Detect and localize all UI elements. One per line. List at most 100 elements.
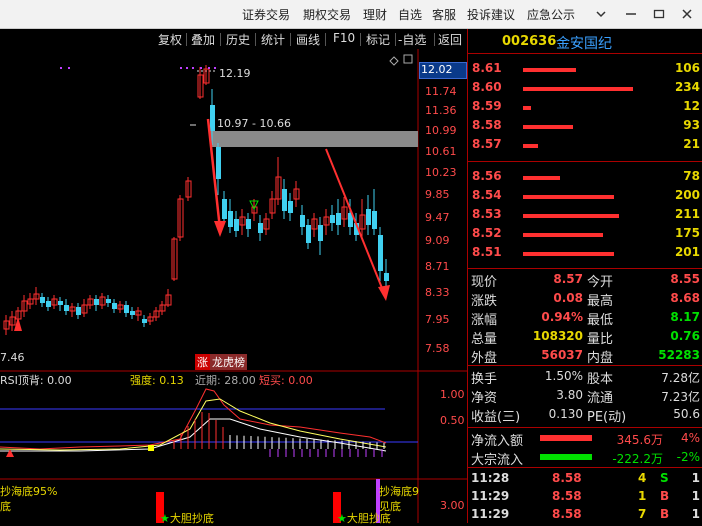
tick-volume: 1: [638, 489, 647, 503]
diamond-icon[interactable]: [389, 56, 399, 66]
candle-body-down: [228, 211, 233, 227]
ask-price[interactable]: 8.59: [472, 99, 502, 113]
flow-bar: [540, 435, 592, 441]
ask-price[interactable]: 8.60: [472, 80, 502, 94]
menu-watchlist[interactable]: 自选: [398, 6, 422, 23]
quote-value: 56037: [541, 348, 583, 362]
quote-label: 量比: [587, 332, 614, 347]
history-button[interactable]: 历史: [226, 31, 250, 48]
bid-volume-bar: [523, 252, 614, 256]
divider: [220, 33, 221, 46]
ask-volume: 106: [674, 61, 700, 75]
ask-price[interactable]: 8.57: [472, 137, 502, 151]
candle-body-down: [288, 201, 293, 213]
lower-level-label: 3.00: [440, 499, 465, 512]
quote-label: 外盘: [471, 351, 498, 366]
candle-body-down: [384, 273, 389, 281]
bid-volume-bar: [523, 195, 614, 199]
price-axis-label: 8.33: [425, 286, 450, 299]
candle-body-down: [46, 301, 51, 307]
divider: [290, 33, 291, 46]
dragon-tiger-badge[interactable]: 龙虎榜: [210, 354, 247, 370]
bid-price[interactable]: 8.53: [472, 207, 502, 221]
stat-value: 50.6: [673, 407, 700, 421]
bid-price[interactable]: 8.52: [472, 226, 502, 240]
back-button[interactable]: 返回: [438, 31, 462, 48]
overlay-button[interactable]: 叠加: [191, 31, 215, 48]
star-icon: ★: [337, 512, 347, 525]
flow-percent: -2%: [676, 450, 700, 464]
candle-body-down: [372, 211, 377, 229]
price-axis-label: 9.47: [425, 211, 450, 224]
close-icon[interactable]: [676, 4, 698, 24]
candle-body-down: [246, 219, 251, 229]
mark-button[interactable]: 标记: [366, 31, 390, 48]
candle-body-down: [40, 297, 45, 303]
recent-label: 近期: 28.00: [195, 374, 256, 387]
candle-body-down: [258, 223, 263, 233]
tick-count: 1: [691, 489, 700, 503]
signal-dot: [180, 67, 182, 69]
buy-signal-text: 大胆抄底: [169, 512, 214, 525]
menu-service[interactable]: 客服: [432, 6, 456, 23]
candle-body-down: [112, 303, 117, 309]
statistics-button[interactable]: 统计: [261, 31, 285, 48]
bid-price[interactable]: 8.54: [472, 188, 502, 202]
candle-body-down: [336, 213, 341, 225]
menu-emergency[interactable]: 应急公示: [527, 6, 575, 23]
draw-line-button[interactable]: 画线: [296, 31, 320, 48]
buy-signal-label: ★大胆抄底: [160, 510, 214, 526]
quote-value: 8.17: [670, 310, 700, 324]
price-axis-label: 12.02: [421, 63, 453, 76]
menu-complaints[interactable]: 投诉建议: [467, 6, 515, 23]
bid-price[interactable]: 8.56: [472, 169, 502, 183]
quote-label: 内盘: [587, 351, 614, 366]
divider: [468, 53, 702, 54]
stat-label: 换手: [471, 372, 498, 387]
stat-label: 流通: [587, 391, 614, 406]
star-icon: ★: [160, 512, 170, 525]
f10-button[interactable]: F10: [333, 31, 355, 45]
divider: [255, 33, 256, 46]
signal-dot: [200, 67, 202, 69]
menu-stock-trading[interactable]: 证券交易: [242, 6, 290, 23]
candle-body-down: [106, 299, 111, 303]
bid-volume-bar: [523, 233, 603, 237]
adjust-button[interactable]: 复权: [158, 31, 182, 48]
indicator-level-label: 1.00: [440, 388, 465, 401]
ask-volume: 93: [683, 118, 700, 132]
strength-label: 强度: 0.13: [130, 374, 184, 387]
tick-price: 8.58: [552, 471, 582, 485]
menu-wealth[interactable]: 理财: [363, 6, 387, 23]
ask-volume-bar: [523, 106, 531, 110]
bid-volume: 201: [674, 245, 700, 259]
quote-label: 最高: [587, 294, 614, 309]
ask-volume-bar: [523, 125, 573, 129]
stat-label: 净资: [471, 391, 498, 406]
candle-body-down: [378, 235, 383, 271]
flow-label: 净流入额: [471, 434, 524, 449]
maximize-icon[interactable]: [648, 4, 670, 24]
menu-options-trading[interactable]: 期权交易: [303, 6, 351, 23]
settings-square-icon[interactable]: [403, 54, 413, 64]
tick-price: 8.58: [552, 489, 582, 503]
signal-dot: [68, 67, 70, 69]
tick-count: 1: [691, 507, 700, 521]
minimize-icon[interactable]: [620, 4, 642, 24]
watchlist-button[interactable]: -自选: [398, 31, 426, 48]
divider: [186, 33, 187, 46]
quote-value: 8.68: [670, 291, 700, 305]
limit-up-badge[interactable]: 涨: [195, 354, 210, 370]
quote-value: 108320: [532, 329, 583, 343]
ask-price[interactable]: 8.61: [472, 61, 502, 75]
price-axis-label: 9.09: [425, 234, 450, 247]
price-axis-label: 11.36: [425, 104, 457, 117]
divider: [468, 427, 702, 428]
ask-price[interactable]: 8.58: [472, 118, 502, 132]
price-axis-label: 10.23: [425, 166, 457, 179]
divider: [468, 467, 702, 468]
signal-dot: [60, 67, 62, 69]
bid-price[interactable]: 8.51: [472, 245, 502, 259]
dropdown-icon[interactable]: [590, 4, 612, 24]
divider: [468, 365, 702, 366]
